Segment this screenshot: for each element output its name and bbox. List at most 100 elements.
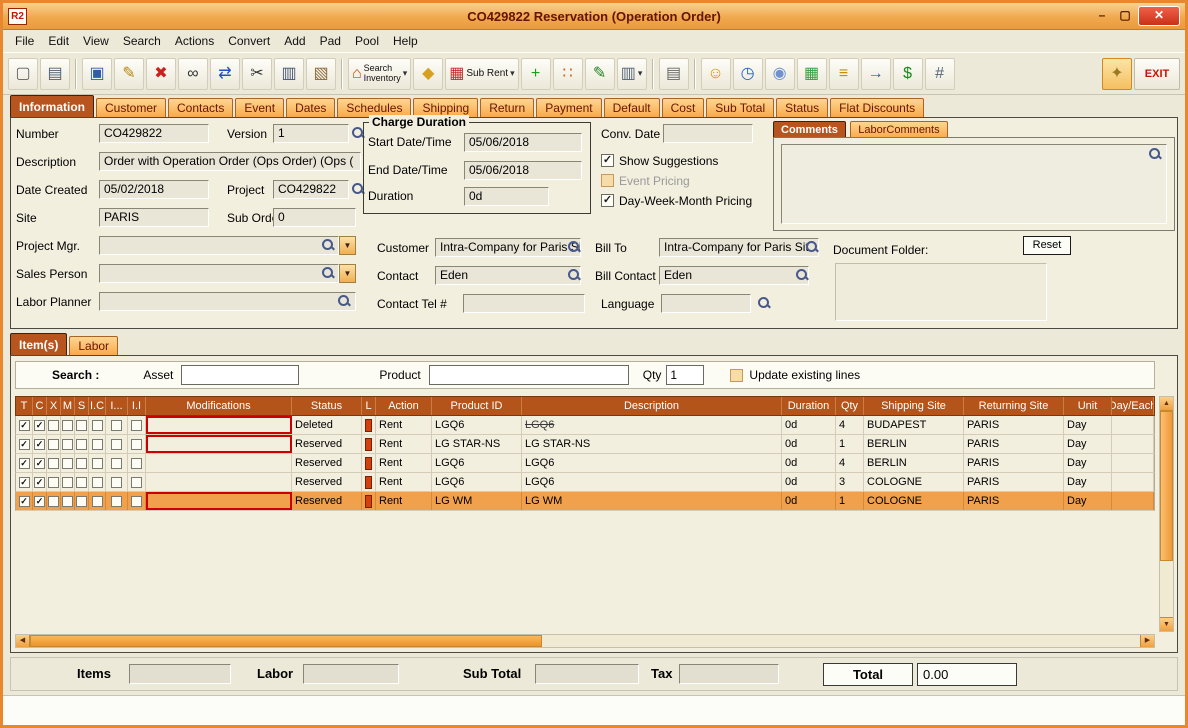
group-items-button[interactable]: ∷ bbox=[553, 58, 583, 90]
reset-button[interactable]: Reset bbox=[1023, 236, 1071, 255]
number-field[interactable]: CO429822 bbox=[99, 124, 209, 143]
sub-orders-field[interactable]: 0 bbox=[273, 208, 356, 227]
add-button[interactable]: + bbox=[521, 58, 551, 90]
row-checkbox[interactable] bbox=[61, 416, 75, 434]
dropdown-arrow-icon[interactable]: ▾ bbox=[403, 68, 408, 79]
duration-field[interactable]: 0d bbox=[464, 187, 549, 206]
end-date-field[interactable]: 05/06/2018 bbox=[464, 161, 582, 180]
row-checkbox[interactable] bbox=[128, 435, 146, 453]
tab-flat-discounts[interactable]: Flat Discounts bbox=[830, 98, 924, 117]
tab-status[interactable]: Status bbox=[776, 98, 828, 117]
notes-button[interactable]: ≡ bbox=[829, 58, 859, 90]
row-checkboxes[interactable]: ✓✓ bbox=[16, 435, 146, 453]
drop-button[interactable]: ◆ bbox=[413, 58, 443, 90]
row-checkbox[interactable] bbox=[61, 435, 75, 453]
col-header-shipping-site[interactable]: Shipping Site bbox=[864, 397, 964, 415]
update-existing-lines-checkbox[interactable] bbox=[730, 369, 743, 382]
customer-field[interactable]: Intra-Company for Paris Sit bbox=[435, 238, 581, 257]
start-date-field[interactable]: 05/06/2018 bbox=[464, 133, 582, 152]
modifications-cell[interactable] bbox=[146, 473, 292, 491]
document-folder-box[interactable] bbox=[835, 263, 1047, 321]
row-checkboxes[interactable]: ✓✓ bbox=[16, 473, 146, 491]
col-header-product-id[interactable]: Product ID bbox=[432, 397, 522, 415]
tab-return[interactable]: Return bbox=[480, 98, 534, 117]
menu-convert[interactable]: Convert bbox=[221, 32, 277, 50]
col-header-action[interactable]: Action bbox=[376, 397, 432, 415]
row-checkbox[interactable] bbox=[128, 473, 146, 491]
col-header-m[interactable]: M bbox=[61, 397, 75, 415]
col-header-status[interactable]: Status bbox=[292, 397, 362, 415]
dropdown-arrow-icon[interactable]: ▾ bbox=[510, 68, 515, 79]
col-header-modifications[interactable]: Modifications bbox=[146, 397, 292, 415]
event-pricing-checkbox[interactable] bbox=[601, 174, 614, 187]
row-checkbox[interactable] bbox=[75, 492, 89, 510]
row-checkbox[interactable]: ✓ bbox=[16, 416, 33, 434]
language-field[interactable] bbox=[661, 294, 751, 313]
cd-button[interactable]: ◉ bbox=[765, 58, 795, 90]
paste-button[interactable]: ▧ bbox=[306, 58, 336, 90]
row-checkbox[interactable] bbox=[106, 435, 128, 453]
key-button[interactable]: ✦ bbox=[1102, 58, 1132, 90]
asset-input[interactable] bbox=[181, 365, 299, 385]
menu-help[interactable]: Help bbox=[386, 32, 425, 50]
tab-information[interactable]: Information bbox=[10, 95, 94, 117]
tab-payment[interactable]: Payment bbox=[536, 98, 601, 117]
copy-button[interactable]: ▥ bbox=[274, 58, 304, 90]
table-row-selected[interactable]: ✓✓ Reserved Rent LG WM LG WM 0d 1 COLOGN… bbox=[15, 492, 1155, 511]
tab-dates[interactable]: Dates bbox=[286, 98, 335, 117]
row-checkbox[interactable] bbox=[89, 454, 106, 472]
search-icon[interactable] bbox=[1148, 147, 1162, 161]
project-field[interactable]: CO429822 bbox=[273, 180, 349, 199]
col-header-duration[interactable]: Duration bbox=[782, 397, 836, 415]
tab-event[interactable]: Event bbox=[235, 98, 284, 117]
search-icon[interactable] bbox=[337, 294, 351, 308]
scroll-left-icon[interactable]: ◀ bbox=[16, 635, 30, 647]
row-checkbox[interactable] bbox=[61, 473, 75, 491]
contact-field[interactable]: Eden bbox=[435, 266, 581, 285]
date-created-field[interactable]: 05/02/2018 bbox=[99, 180, 209, 199]
menu-view[interactable]: View bbox=[76, 32, 116, 50]
modifications-cell[interactable] bbox=[146, 416, 292, 434]
row-checkbox[interactable]: ✓ bbox=[33, 435, 47, 453]
comments-textarea[interactable] bbox=[781, 144, 1167, 224]
table-row[interactable]: ✓✓ Reserved Rent LG STAR-NS LG STAR-NS 0… bbox=[15, 435, 1155, 454]
col-header-day-each[interactable]: Day/Each bbox=[1112, 397, 1154, 415]
search-icon[interactable] bbox=[805, 240, 819, 254]
col-header-i[interactable]: I... bbox=[106, 397, 128, 415]
row-checkbox[interactable] bbox=[47, 416, 61, 434]
row-checkbox[interactable] bbox=[47, 473, 61, 491]
row-checkbox[interactable]: ✓ bbox=[33, 492, 47, 510]
table-row[interactable]: ✓✓ Reserved Rent LGQ6 LGQ6 0d 3 COLOGNE … bbox=[15, 473, 1155, 492]
project-mgr-dropdown[interactable]: ▼ bbox=[339, 236, 356, 255]
minimize-button[interactable]: – bbox=[1092, 7, 1112, 25]
row-checkboxes[interactable]: ✓✓ bbox=[16, 416, 146, 434]
printer-button[interactable]: ▤ bbox=[659, 58, 689, 90]
row-checkbox[interactable] bbox=[89, 473, 106, 491]
search-icon[interactable] bbox=[795, 268, 809, 282]
money-button[interactable]: $ bbox=[893, 58, 923, 90]
tab-items[interactable]: Item(s) bbox=[10, 333, 67, 355]
modifications-cell[interactable] bbox=[146, 492, 292, 510]
modifications-cell[interactable] bbox=[146, 454, 292, 472]
search-icon[interactable] bbox=[567, 240, 581, 254]
row-checkbox[interactable] bbox=[75, 416, 89, 434]
cut-button[interactable]: ✂ bbox=[242, 58, 272, 90]
delete-button[interactable]: ✖ bbox=[146, 58, 176, 90]
maximize-button[interactable]: ▢ bbox=[1115, 7, 1135, 25]
row-checkbox[interactable]: ✓ bbox=[16, 435, 33, 453]
scroll-down-icon[interactable]: ▼ bbox=[1160, 617, 1173, 631]
vertical-scrollbar[interactable]: ▲ ▼ bbox=[1159, 396, 1174, 632]
version-field[interactable]: 1 bbox=[273, 124, 349, 143]
row-checkbox[interactable] bbox=[128, 416, 146, 434]
row-checkbox[interactable] bbox=[89, 492, 106, 510]
pages-button[interactable]: ▥▾ bbox=[617, 58, 647, 90]
menu-edit[interactable]: Edit bbox=[41, 32, 76, 50]
clock-button[interactable]: ◷ bbox=[733, 58, 763, 90]
horizontal-scrollbar[interactable]: ◀ ▶ bbox=[15, 634, 1155, 648]
menu-pool[interactable]: Pool bbox=[348, 32, 386, 50]
exit-button[interactable]: EXIT bbox=[1134, 58, 1180, 90]
menu-actions[interactable]: Actions bbox=[168, 32, 221, 50]
row-checkbox[interactable] bbox=[75, 435, 89, 453]
row-checkbox[interactable] bbox=[75, 473, 89, 491]
col-header-t[interactable]: T bbox=[16, 397, 33, 415]
